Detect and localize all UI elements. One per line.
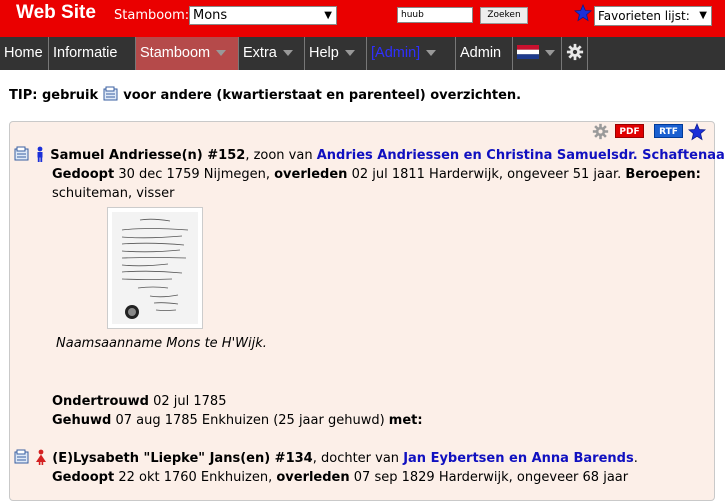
main-nav: Home Informatie Stamboom Extra Help [Adm… [0, 37, 725, 70]
image-caption: Naamsaanname Mons te H'Wijk. [56, 336, 267, 351]
male-icon [37, 146, 43, 162]
baptized-label: Gedoopt [52, 167, 115, 182]
caret-down-icon [426, 50, 437, 57]
caret-down-icon [344, 50, 355, 57]
married-line: Gehuwd 07 aug 1785 Enkhuizen (25 jaar ge… [52, 411, 423, 430]
search-button[interactable]: Zoeken [480, 7, 528, 24]
document-image[interactable] [107, 207, 203, 329]
baptized-text: 30 dec 1759 Nijmegen, [118, 167, 270, 182]
nav-extra-label: Extra [243, 45, 277, 61]
stamboom-select[interactable]: Mons ▼ [189, 6, 337, 25]
died-label: overleden [274, 167, 348, 182]
person1-jobs-line: schuiteman, visser [52, 184, 174, 203]
overview-icon[interactable] [14, 146, 30, 162]
baptized-text: 22 okt 1760 Enkhuizen, [118, 470, 273, 485]
person2-relation: , dochter van [312, 451, 400, 466]
died-text: 02 jul 1811 Harderwijk, ongeveer 51 jaar… [351, 167, 622, 182]
favorite-star-icon[interactable] [688, 123, 706, 141]
settings-gear-icon[interactable] [592, 123, 609, 140]
nav-stamboom[interactable]: Stamboom [136, 37, 239, 70]
nav-home-label: Home [4, 45, 43, 61]
stamboom-select-value: Mons [193, 8, 228, 23]
stamboom-label: Stamboom: [114, 8, 190, 23]
baptized-label: Gedoopt [52, 470, 115, 485]
married-label: Gehuwd [52, 413, 112, 428]
dropdown-arrow-icon: ▼ [324, 10, 332, 21]
site-title[interactable]: Web Site [16, 2, 96, 24]
nav-admin[interactable]: Admin [456, 37, 513, 70]
nav-settings[interactable] [562, 37, 588, 70]
died-label: overleden [276, 470, 350, 485]
top-header: Web Site Stamboom: Mons ▼ huub Zoeken Fa… [0, 0, 725, 37]
pdf-button[interactable]: PDF [615, 124, 644, 138]
nav-help-label: Help [309, 45, 339, 61]
person2-baptized-line: Gedoopt 22 okt 1760 Enkhuizen, overleden… [52, 468, 628, 487]
jobs-label: Beroepen: [625, 167, 701, 182]
person1-relation: , zoon van [245, 148, 313, 163]
person1-name: Samuel Andriesse(n) #152 [50, 148, 246, 163]
panel-toolbar: PDF RTF [584, 122, 714, 141]
tip-text: TIP: gebruik voor andere (kwartierstaat … [9, 86, 521, 103]
jobs-text: schuiteman, visser [52, 186, 175, 201]
handwritten-document-image [112, 212, 198, 324]
nav-stamboom-label: Stamboom [140, 45, 211, 61]
nav-admin-label: Admin [460, 45, 502, 61]
person1-header: Samuel Andriesse(n) #152, zoon van Andri… [14, 146, 725, 165]
with-label: met: [388, 413, 423, 428]
overview-icon[interactable] [103, 86, 119, 102]
nav-help[interactable]: Help [305, 37, 367, 70]
nav-home[interactable]: Home [0, 37, 49, 70]
person-panel: PDF RTF Samuel Andriesse(n) #152, zoon v… [9, 121, 725, 501]
person1-parents-link[interactable]: Andries Andriessen en Christina Samuelsd… [317, 148, 725, 163]
caret-down-icon [545, 50, 555, 57]
engaged-text: 02 jul 1785 [153, 394, 227, 409]
tip-prefix: TIP: gebruik [9, 88, 99, 103]
nav-informatie-label: Informatie [53, 45, 118, 61]
tip-suffix: voor andere (kwartierstaat en parenteel)… [123, 88, 522, 103]
nav-language[interactable] [513, 37, 562, 70]
overview-icon[interactable] [14, 449, 30, 465]
engaged-label: Ondertrouwd [52, 394, 149, 409]
person2-parents-link[interactable]: Jan Eybertsen en Anna Barends [403, 451, 634, 466]
person2-name: (E)Lysabeth "Liepke" Jans(en) #134 [52, 451, 313, 466]
dropdown-arrow-icon: ▼ [699, 10, 707, 21]
star-icon[interactable] [574, 4, 592, 22]
died-text: 07 sep 1829 Harderwijk, ongeveer 68 jaar [353, 470, 629, 485]
search-input[interactable]: huub [397, 7, 473, 23]
nav-informatie[interactable]: Informatie [49, 37, 136, 70]
period: . [633, 451, 638, 466]
caret-down-icon [282, 50, 293, 57]
favorites-select[interactable]: Favorieten lijst: ▼ [594, 6, 712, 26]
rtf-button[interactable]: RTF [654, 124, 683, 138]
person2-header: (E)Lysabeth "Liepke" Jans(en) #134, doch… [14, 449, 638, 468]
gear-icon [566, 43, 584, 60]
person1-baptized-line: Gedoopt 30 dec 1759 Nijmegen, overleden … [52, 165, 701, 184]
married-text: 07 aug 1785 Enkhuizen (25 jaar gehuwd) [115, 413, 385, 428]
nav-admin-bracket-label: [Admin] [371, 45, 421, 61]
engaged-line: Ondertrouwd 02 jul 1785 [52, 392, 226, 411]
dutch-flag-icon [517, 45, 539, 60]
nav-admin-bracket[interactable]: [Admin] [367, 37, 456, 70]
female-icon [36, 449, 47, 465]
favorites-select-value: Favorieten lijst: [598, 9, 690, 23]
caret-down-icon [216, 50, 227, 57]
nav-extra[interactable]: Extra [239, 37, 305, 70]
